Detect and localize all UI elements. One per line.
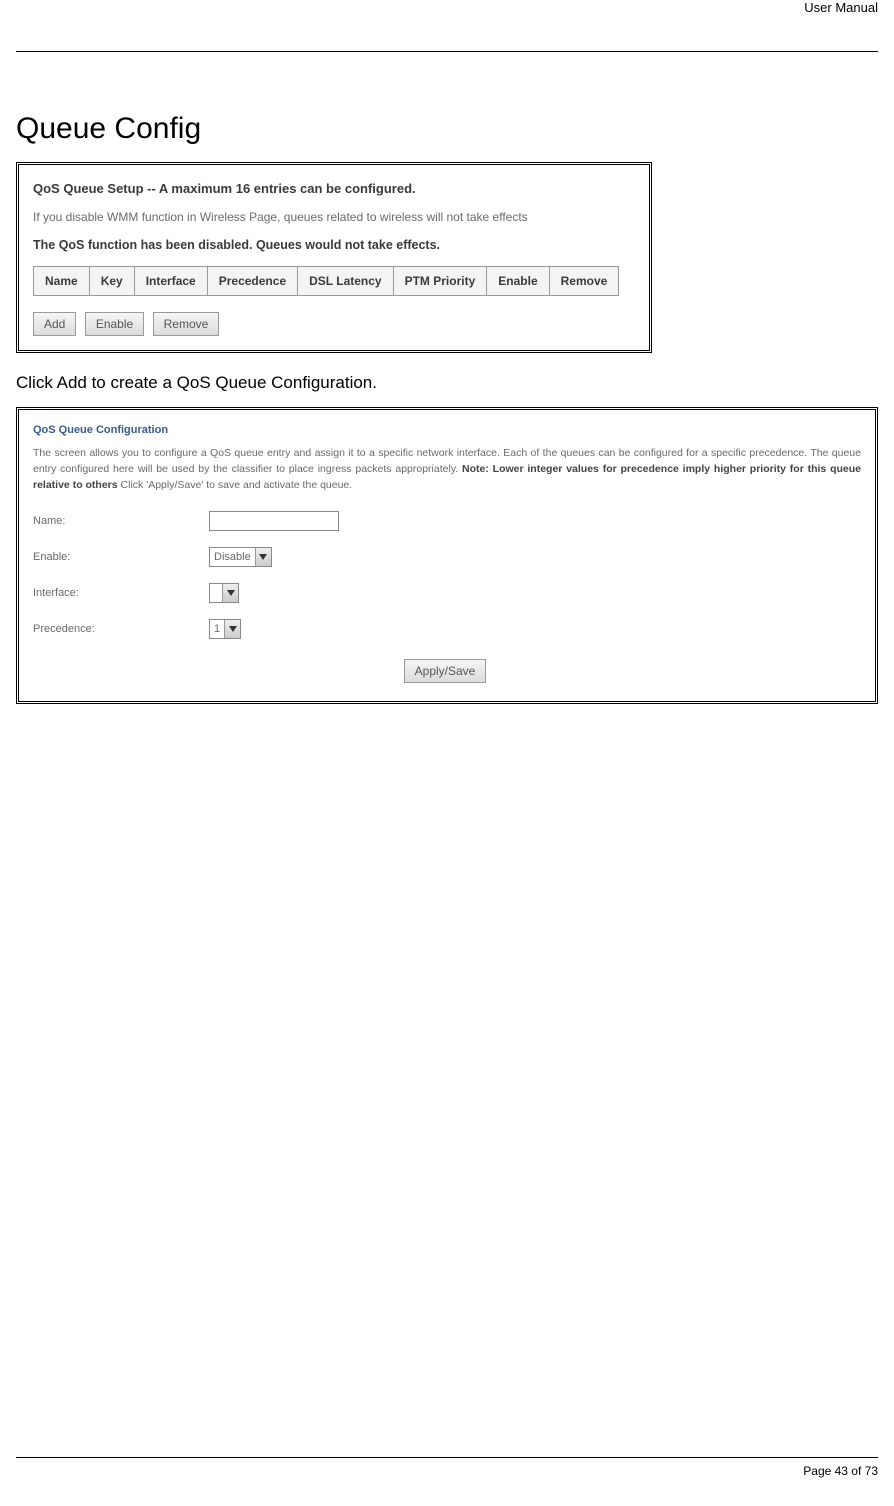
table-header-row: Name Key Interface Precedence DSL Latenc…: [34, 267, 619, 296]
page-number: Page 43 of 73: [16, 1458, 878, 1478]
panel-setup-note: If you disable WMM function in Wireless …: [33, 210, 635, 224]
row-enable: Enable: Disable: [33, 547, 861, 567]
row-interface: Interface:: [33, 583, 861, 603]
col-dsl-latency: DSL Latency: [298, 267, 393, 296]
label-name: Name:: [33, 515, 209, 527]
apply-save-button[interactable]: Apply/Save: [404, 659, 487, 683]
label-precedence: Precedence:: [33, 623, 209, 635]
qos-setup-panel: QoS Queue Setup -- A maximum 16 entries …: [16, 162, 652, 353]
qos-config-panel: QoS Queue Configuration The screen allow…: [16, 407, 878, 704]
enable-value: Disable: [214, 551, 255, 563]
chevron-down-icon: [222, 584, 238, 602]
precedence-value: 1: [214, 623, 224, 635]
col-remove: Remove: [549, 267, 619, 296]
col-interface: Interface: [134, 267, 207, 296]
col-enable: Enable: [487, 267, 549, 296]
doc-header: User Manual: [16, 0, 878, 19]
label-interface: Interface:: [33, 587, 209, 599]
panel-config-title: QoS Queue Configuration: [33, 424, 861, 436]
col-name: Name: [34, 267, 90, 296]
row-precedence: Precedence: 1: [33, 619, 861, 639]
panel-config-desc: The screen allows you to configure a QoS…: [33, 446, 861, 493]
enable-select[interactable]: Disable: [209, 547, 272, 567]
interface-select[interactable]: [209, 583, 239, 603]
col-ptm-priority: PTM Priority: [393, 267, 487, 296]
apply-row: Apply/Save: [33, 659, 861, 683]
col-precedence: Precedence: [207, 267, 297, 296]
panel-setup-status: The QoS function has been disabled. Queu…: [33, 238, 635, 252]
panel-setup-title: QoS Queue Setup -- A maximum 16 entries …: [33, 181, 635, 196]
header-rule: [16, 51, 878, 52]
row-name: Name:: [33, 511, 861, 531]
remove-button[interactable]: Remove: [153, 312, 220, 336]
chevron-down-icon: [255, 548, 271, 566]
label-enable: Enable:: [33, 551, 209, 563]
desc-post: Click 'Apply/Save' to save and activate …: [118, 479, 353, 491]
setup-button-row: Add Enable Remove: [33, 312, 635, 336]
chevron-down-icon: [224, 620, 240, 638]
add-button[interactable]: Add: [33, 312, 76, 336]
page-title: Queue Config: [16, 112, 878, 146]
page-footer: Page 43 of 73: [16, 1457, 878, 1478]
precedence-select[interactable]: 1: [209, 619, 241, 639]
instruction-text: Click Add to create a QoS Queue Configur…: [16, 373, 878, 393]
col-key: Key: [89, 267, 134, 296]
queue-table: Name Key Interface Precedence DSL Latenc…: [33, 266, 619, 296]
name-input[interactable]: [209, 511, 339, 531]
enable-button[interactable]: Enable: [85, 312, 144, 336]
